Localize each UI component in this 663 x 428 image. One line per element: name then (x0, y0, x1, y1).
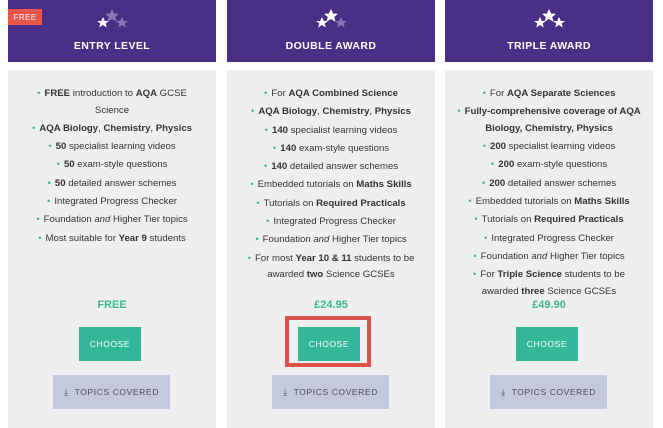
download-icon: ⤓ (64, 386, 69, 397)
feature-item: • Integrated Progress Checker (46, 196, 177, 207)
feature-item: • Fully-comprehensive coverage of AQA Biol… (457, 106, 641, 134)
feature-item: • Embedded tutorials on Maths Skills (468, 196, 630, 207)
feature-item: • 140 exam-style questions (272, 142, 390, 154)
feature-item: • FREE introduction to AQA GCSE Science (37, 88, 187, 116)
feature-item: • 50 exam-style questions (56, 159, 168, 171)
feature-item: • Foundation and Higher Tier topics (473, 250, 625, 262)
card-title: TRIPLE AWARD (507, 40, 591, 52)
download-icon: ⤓ (283, 386, 288, 397)
price-label: £24.95 (314, 299, 348, 311)
pricing-card-triple-award: TRIPLE AWARD • For AQA Separate Sciences •… (445, 0, 653, 428)
card-title: DOUBLE AWARD (285, 40, 377, 52)
feature-item: • Tutorials on Required Practicals (256, 197, 406, 209)
download-icon: ⤓ (501, 386, 506, 397)
topics-covered-button[interactable]: ⤓ TOPICS COVERED (490, 375, 607, 409)
highlight-box (285, 316, 371, 367)
feature-item: • 200 exam-style questions (490, 159, 608, 171)
feature-item: • For Triple Science students to be awarde… (473, 269, 625, 297)
feature-item: • 50 detailed answer schemes (47, 177, 177, 189)
card-body: • For AQA Separate Sciences • Fully-compreh… (445, 70, 653, 428)
feature-item: • AQA Biology, Chemistry, Physics (250, 106, 412, 118)
topics-covered-label: TOPICS COVERED (511, 387, 596, 397)
feature-item: • 140 detailed answer schemes (263, 161, 399, 173)
topics-covered-button[interactable]: ⤓ TOPICS COVERED (272, 375, 389, 409)
feature-item: • For AQA Separate Sciences (482, 88, 616, 99)
feature-item: • 50 specialist learning videos (48, 141, 176, 153)
card-header: DOUBLE AWARD (227, 0, 435, 62)
stars-icon (316, 9, 347, 28)
price-label: £49.90 (532, 299, 566, 311)
feature-item: • Embedded tutorials on Maths Skills (250, 179, 412, 191)
feature-item: • 200 detailed answer schemes (481, 177, 617, 189)
feature-item: • Most suitable for Year 9 students (38, 232, 186, 244)
card-header: TRIPLE AWARD (445, 0, 653, 62)
feature-list: • For AQA Separate Sciences • Fully-compreh… (451, 86, 647, 302)
stars-icon (534, 9, 565, 28)
card-title: ENTRY LEVEL (73, 40, 151, 52)
free-badge: FREE (8, 9, 42, 25)
card-body: • FREE introduction to AQA GCSE Science • AQ… (8, 70, 216, 428)
price-label: FREE (97, 299, 127, 311)
feature-item: • 200 specialist learning videos (482, 141, 616, 153)
feature-item: • For most Year 10 & 11 students to be awa… (247, 252, 415, 281)
feature-item: • For AQA Combined Science (264, 88, 398, 99)
choose-button[interactable]: CHOOSE (79, 327, 141, 361)
feature-list: • For AQA Combined Science • AQA Biology, C… (233, 86, 429, 285)
pricing-card-entry-level: ENTRY LEVEL • FREE introduction to AQA GC… (8, 0, 216, 428)
topics-covered-label: TOPICS COVERED (74, 387, 159, 397)
topics-covered-button[interactable]: ⤓ TOPICS COVERED (53, 375, 170, 409)
feature-item: • Integrated Progress Checker (483, 232, 614, 244)
feature-item: • Foundation and Higher Tier topics (36, 214, 188, 226)
feature-item: • Integrated Progress Checker (265, 215, 396, 227)
card-body: • For AQA Combined Science • AQA Biology, C… (227, 70, 435, 428)
feature-item: • Foundation and Higher Tier topics (255, 234, 407, 246)
topics-covered-label: TOPICS COVERED (293, 387, 378, 397)
feature-item: • AQA Biology, Chemistry, Physics (31, 122, 193, 134)
choose-button[interactable]: CHOOSE (516, 327, 578, 361)
feature-list: • FREE introduction to AQA GCSE Science • AQ… (14, 86, 210, 249)
feature-item: • 140 specialist learning videos (264, 124, 398, 136)
feature-item: • Tutorials on Required Practicals (474, 214, 624, 226)
